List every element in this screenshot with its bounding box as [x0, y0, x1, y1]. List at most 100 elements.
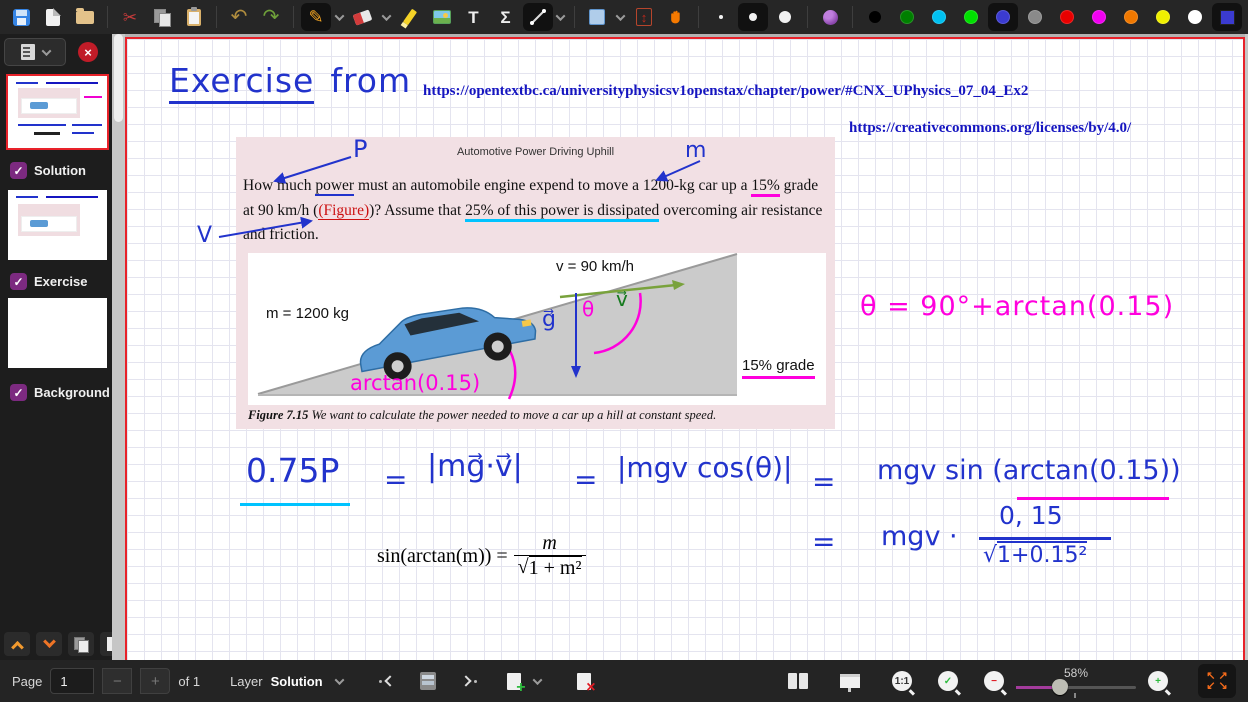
- eq-mgv-sin: mgv sin (arctan(0.15)): [877, 455, 1181, 486]
- vertical-space-tool-button[interactable]: ↕: [629, 3, 659, 31]
- color-picker-icon: [1220, 10, 1235, 25]
- color-black-button[interactable]: [860, 3, 890, 31]
- zoom-slider[interactable]: [1016, 679, 1136, 695]
- color-red-button[interactable]: [1052, 3, 1082, 31]
- undo-button[interactable]: ↶: [224, 3, 254, 31]
- page-preview-icon[interactable]: [420, 672, 436, 690]
- layer-selector[interactable]: Solution: [271, 674, 323, 689]
- cyan-underline: [240, 503, 350, 506]
- shape-dropdown[interactable]: [555, 3, 568, 31]
- layer-label-solution[interactable]: Solution: [34, 163, 86, 178]
- image-tool-button[interactable]: [427, 3, 457, 31]
- chevron-down-icon: [616, 11, 626, 21]
- eraser-dropdown[interactable]: [380, 3, 393, 31]
- fraction-bar: [979, 537, 1111, 540]
- thickness-thick-button[interactable]: [770, 3, 800, 31]
- layer-dropdown[interactable]: [331, 667, 349, 695]
- color-blue-button[interactable]: [988, 3, 1018, 31]
- color-yellow-button[interactable]: [1148, 3, 1178, 31]
- color-picker-button[interactable]: [1212, 3, 1242, 31]
- paste-button[interactable]: [179, 3, 209, 31]
- zoom-in-button[interactable]: +: [1148, 671, 1168, 691]
- fill-tool-button[interactable]: [815, 3, 845, 31]
- scrollbar-thumb[interactable]: [114, 34, 123, 122]
- layer-checkbox-exercise[interactable]: ✓: [10, 273, 27, 290]
- open-button[interactable]: [70, 3, 100, 31]
- select-dropdown[interactable]: [614, 3, 627, 31]
- layer-label-exercise[interactable]: Exercise: [34, 274, 88, 289]
- sidebar-close-button[interactable]: ×: [78, 42, 98, 62]
- g-vector-annotation: g⃗: [542, 307, 556, 332]
- sidebar-mode-button[interactable]: [4, 38, 66, 66]
- pen-dropdown[interactable]: [333, 3, 346, 31]
- color-white-icon: [1188, 10, 1202, 24]
- color-gray-button[interactable]: [1020, 3, 1050, 31]
- page-minus-button[interactable]: −: [102, 668, 132, 694]
- highlighter-icon: [402, 9, 416, 26]
- fill-icon: [823, 10, 838, 25]
- layer-preview-exercise[interactable]: [8, 190, 107, 260]
- layer-down-button[interactable]: [36, 632, 62, 656]
- text-tool-button[interactable]: T: [459, 3, 489, 31]
- prev-page-button[interactable]: [379, 677, 394, 685]
- layer-checkbox-solution[interactable]: ✓: [10, 162, 27, 179]
- cut-button[interactable]: ✂: [115, 3, 145, 31]
- chevron-down-icon: [41, 46, 51, 56]
- highlighter-tool-button[interactable]: [395, 3, 425, 31]
- zoom-out-button[interactable]: −: [984, 671, 1004, 691]
- presentation-mode-button[interactable]: [840, 674, 860, 688]
- vertical-scrollbar[interactable]: [112, 34, 125, 660]
- dual-page-view-button[interactable]: [788, 673, 808, 689]
- color-green-icon: [964, 10, 978, 24]
- layer-preview-background[interactable]: [8, 298, 107, 368]
- theta-equation: θ = 90°+arctan(0.15): [860, 291, 1174, 322]
- zoom-100-button[interactable]: 1:1: [892, 671, 912, 691]
- new-file-button[interactable]: [38, 3, 68, 31]
- new-page-dropdown[interactable]: [529, 667, 547, 695]
- zoom-slider-thumb[interactable]: [1052, 679, 1068, 695]
- vertical-space-icon: ↕: [636, 8, 652, 26]
- color-green-button[interactable]: [956, 3, 986, 31]
- zoom-fit-button[interactable]: ✓: [938, 671, 958, 691]
- hand-tool-button[interactable]: [661, 3, 691, 31]
- layer-checkbox-background[interactable]: ✓: [10, 384, 27, 401]
- chevron-down-icon: [43, 635, 56, 648]
- redo-button[interactable]: ↷: [256, 3, 286, 31]
- color-magenta-icon: [1092, 10, 1106, 24]
- color-white-button[interactable]: [1180, 3, 1210, 31]
- color-black-icon: [868, 10, 882, 24]
- chevron-down-icon: [533, 675, 543, 685]
- new-page-button[interactable]: [507, 673, 521, 690]
- shape-tool-button[interactable]: [523, 3, 553, 31]
- save-button[interactable]: [6, 3, 36, 31]
- color-magenta-button[interactable]: [1084, 3, 1114, 31]
- layer-label-background[interactable]: Background: [34, 385, 110, 400]
- chevron-down-icon: [335, 675, 345, 685]
- page-plus-button[interactable]: +: [140, 668, 170, 694]
- color-orange-button[interactable]: [1116, 3, 1146, 31]
- color-gray-icon: [1028, 10, 1042, 24]
- document-page[interactable]: Exercise from https://opentextbc.ca/univ…: [125, 37, 1245, 660]
- p-annotation: P: [353, 135, 367, 163]
- chevron-down-icon: [381, 11, 391, 21]
- copy-layer-button[interactable]: [68, 632, 94, 656]
- pen-tool-button[interactable]: ✎: [301, 3, 331, 31]
- delete-page-button[interactable]: [577, 673, 591, 690]
- color-cyan-icon: [932, 10, 946, 24]
- layer-preview-solution[interactable]: [8, 76, 107, 148]
- math-tex-tool-button[interactable]: Σ: [491, 3, 521, 31]
- select-tool-button[interactable]: [582, 3, 612, 31]
- layer-up-button[interactable]: [4, 632, 30, 656]
- copy-button[interactable]: [147, 3, 177, 31]
- figure-link[interactable]: (Figure): [318, 202, 369, 220]
- next-page-button[interactable]: [462, 677, 477, 685]
- page-number-input[interactable]: 1: [50, 668, 94, 694]
- fullscreen-button[interactable]: ↖ ↗↙ ↘: [1198, 664, 1236, 698]
- thickness-medium-button[interactable]: [738, 3, 768, 31]
- color-darkgreen-button[interactable]: [892, 3, 922, 31]
- figure-image: m = 1200 kg v = 90 km/h 15% grade g⃗ θ v…: [248, 253, 826, 405]
- frac-denominator: √1+0.15²: [983, 543, 1087, 568]
- thickness-fine-button[interactable]: [706, 3, 736, 31]
- color-cyan-button[interactable]: [924, 3, 954, 31]
- eraser-tool-button[interactable]: [348, 3, 378, 31]
